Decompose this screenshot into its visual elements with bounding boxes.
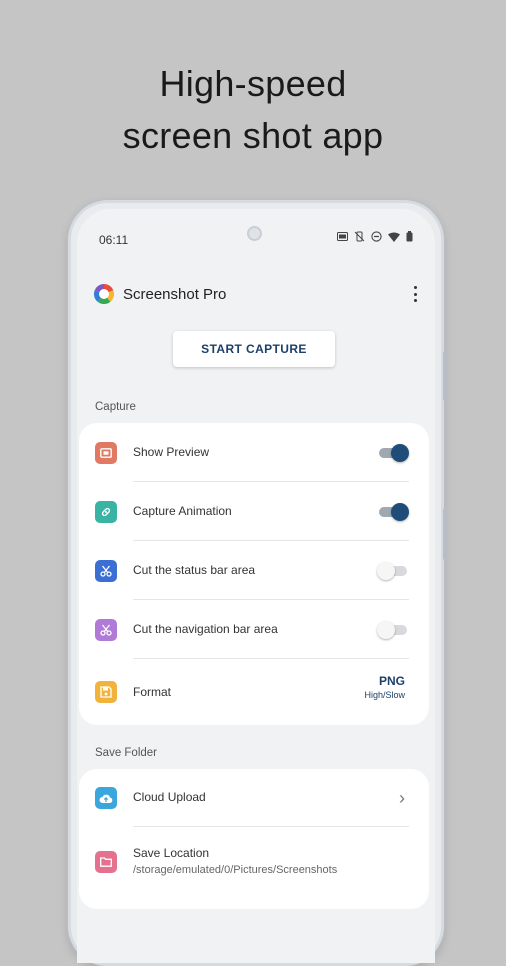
save-folder-section-header: Save Folder <box>95 747 158 759</box>
app-logo-icon <box>93 283 115 305</box>
headline-line-2: screen shot app <box>122 115 384 156</box>
status-time: 06:11 <box>99 233 129 247</box>
save-location-label: Save Location <box>133 846 210 860</box>
battery-icon <box>406 231 413 245</box>
app-title: Screenshot Pro <box>123 286 227 303</box>
capture-animation-label: Capture Animation <box>133 504 232 518</box>
headline-line-1: High-speed <box>159 63 347 104</box>
show-preview-label: Show Preview <box>133 445 210 459</box>
save-icon <box>95 681 117 703</box>
format-value-sub: High/Slow <box>364 690 405 700</box>
format-value: PNG High/Slow <box>364 674 405 700</box>
chevron-right-icon: › <box>399 788 405 808</box>
save-location-row[interactable]: Save Location /storage/emulated/0/Pictur… <box>79 827 429 897</box>
save-folder-card: Cloud Upload › Save Location /storage/em… <box>79 769 429 909</box>
front-camera <box>247 226 262 241</box>
promo-headline: High-speed screen shot app <box>0 58 506 162</box>
wifi-icon <box>388 232 400 245</box>
capture-animation-row[interactable]: Capture Animation <box>79 482 429 541</box>
phone-volume-button <box>443 351 447 401</box>
phone-frame: 06:11 Screenshot Pro START CAPTURE Captu… <box>68 200 447 966</box>
capture-animation-toggle[interactable] <box>379 502 409 522</box>
capture-settings-card: Show Preview Capture Animation Cut the s… <box>79 423 429 725</box>
scissors-icon <box>95 619 117 641</box>
animation-icon <box>95 501 117 523</box>
cloud-upload-label: Cloud Upload <box>133 790 206 804</box>
cut-status-bar-label: Cut the status bar area <box>133 563 256 577</box>
cloud-upload-icon <box>95 787 117 809</box>
cut-navigation-bar-label: Cut the navigation bar area <box>133 622 278 636</box>
cut-navigation-bar-row[interactable]: Cut the navigation bar area <box>79 600 429 659</box>
format-row[interactable]: Format PNG High/Slow <box>79 659 429 725</box>
start-capture-button[interactable]: START CAPTURE <box>173 331 335 367</box>
folder-icon <box>95 851 117 873</box>
save-location-path: /storage/emulated/0/Pictures/Screenshots <box>133 864 338 876</box>
show-preview-toggle[interactable] <box>379 443 409 463</box>
cut-status-bar-row[interactable]: Cut the status bar area <box>79 541 429 600</box>
status-icons <box>337 231 413 245</box>
more-vert-icon[interactable] <box>411 283 419 305</box>
cast-icon <box>337 232 348 244</box>
status-bar: 06:11 <box>77 209 435 265</box>
format-label: Format <box>133 685 172 699</box>
capture-section-header: Capture <box>95 401 136 413</box>
format-value-main: PNG <box>378 674 405 688</box>
app-bar: Screenshot Pro <box>77 273 435 317</box>
cloud-upload-row[interactable]: Cloud Upload › <box>79 769 429 827</box>
show-preview-row[interactable]: Show Preview <box>79 423 429 482</box>
dnd-icon <box>371 231 382 245</box>
phone-power-button <box>443 508 447 560</box>
vibrate-off-icon <box>354 231 365 245</box>
phone-screen: 06:11 Screenshot Pro START CAPTURE Captu… <box>77 209 435 963</box>
cut-navigation-bar-toggle[interactable] <box>377 620 407 640</box>
cut-status-bar-toggle[interactable] <box>377 561 407 581</box>
preview-icon <box>95 442 117 464</box>
scissors-icon <box>95 560 117 582</box>
